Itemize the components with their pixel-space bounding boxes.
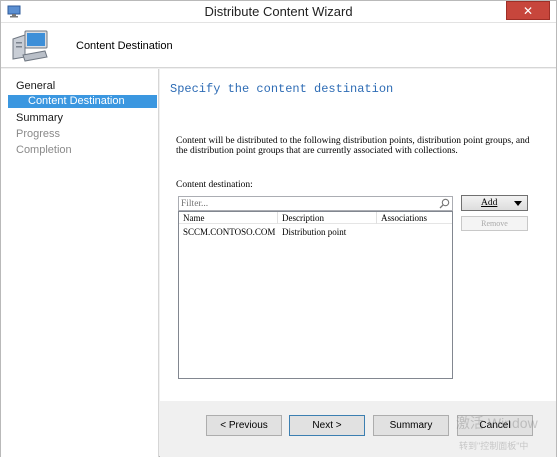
column-header-associations[interactable]: Associations [377, 212, 452, 224]
filter-box[interactable] [178, 196, 453, 211]
destination-list[interactable]: Name Description Associations SCCM.CONTO… [178, 211, 453, 379]
title-bar: Distribute Content Wizard ✕ [1, 1, 556, 23]
add-button-label: Add [481, 198, 498, 208]
close-button[interactable]: ✕ [506, 1, 550, 20]
nav-item-progress: Progress [16, 128, 61, 140]
window-title: Distribute Content Wizard [204, 4, 353, 19]
page-description: Content will be distributed to the follo… [176, 136, 530, 156]
remove-button: Remove [461, 216, 528, 231]
column-header-name[interactable]: Name [179, 212, 278, 224]
wizard-header: Content Destination [1, 23, 556, 68]
computer-monitor-icon [12, 30, 48, 62]
wizard-nav: General Content Destination Summary Prog… [1, 69, 159, 457]
content-destination-label: Content destination: [176, 180, 253, 190]
wizard-footer: < Previous Next > Summary Cancel [160, 401, 556, 457]
header-title: Content Destination [76, 40, 173, 52]
column-header-description[interactable]: Description [278, 212, 377, 224]
cell-name: SCCM.CONTOSO.COM [183, 227, 276, 237]
nav-item-general[interactable]: General [16, 80, 55, 92]
page-title: Specify the content destination [170, 82, 394, 96]
main-content: Specify the content destination Content … [160, 69, 556, 401]
nav-item-completion: Completion [16, 144, 72, 156]
nav-item-summary[interactable]: Summary [16, 112, 63, 124]
previous-button[interactable]: < Previous [206, 415, 282, 436]
add-button[interactable]: Add [461, 195, 528, 211]
cancel-button[interactable]: Cancel [457, 415, 533, 436]
chevron-down-icon [514, 201, 522, 206]
wizard-window: Distribute Content Wizard ✕ Content Dest… [0, 0, 557, 457]
table-row[interactable]: SCCM.CONTOSO.COM Distribution point [179, 226, 452, 238]
search-icon [439, 198, 450, 209]
next-button[interactable]: Next > [289, 415, 365, 436]
filter-input[interactable] [181, 197, 431, 210]
summary-button[interactable]: Summary [373, 415, 449, 436]
list-header: Name Description Associations [179, 212, 452, 224]
cell-description: Distribution point [282, 227, 347, 237]
nav-item-content-destination[interactable]: Content Destination [8, 95, 157, 108]
